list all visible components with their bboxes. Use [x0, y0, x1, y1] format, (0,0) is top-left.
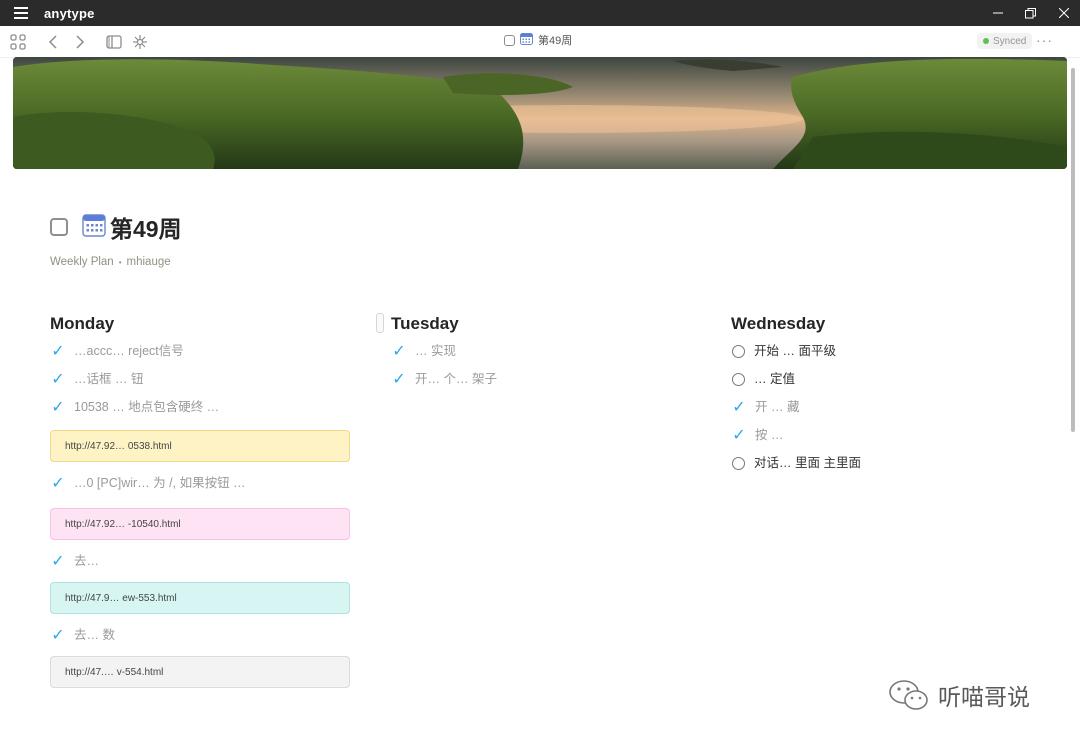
item-text[interactable]: … 实现 [415, 342, 456, 361]
page-meta: Weekly Plan • mhiauge [50, 256, 171, 268]
link-block[interactable]: http://47.92… 0538.html [50, 430, 350, 462]
item-text[interactable]: 开始 … 面平级 [754, 342, 1024, 361]
checklist-item[interactable]: 开始 … 面平级 [731, 342, 1031, 362]
item-text[interactable]: 开… 个… 架子 [415, 370, 497, 389]
checklist-item[interactable]: ✓ 10538 … 地点包含硬终 … [50, 398, 350, 418]
restore-icon[interactable] [1014, 0, 1047, 26]
item-text[interactable]: 开 … 藏 [755, 398, 799, 417]
page-header: 第49周 [50, 210, 182, 244]
item-text[interactable]: … 定值 [754, 370, 1024, 389]
checklist-item[interactable]: ✓ 按 … [731, 426, 1031, 446]
checkmark-icon[interactable]: ✓ [50, 554, 66, 570]
grid-icon[interactable] [4, 28, 32, 56]
watermark: 听喵哥说 [888, 678, 1030, 712]
hamburger-menu-icon[interactable] [8, 0, 34, 26]
toolbar: 第49周 Synced ··· [0, 26, 1080, 58]
checklist-item[interactable]: ✓ …accc… reject信号 [50, 342, 350, 362]
app-name: anytype [44, 5, 95, 21]
checklist-item[interactable]: … 定值 [731, 370, 1031, 390]
watermark-text: 听喵哥说 [938, 685, 1030, 711]
column-drag-handle[interactable] [376, 313, 384, 333]
checkmark-icon[interactable]: ✓ [50, 344, 66, 360]
item-text[interactable]: 对话… 里面 主里面 [754, 454, 861, 473]
checkmark-icon[interactable]: ✓ [391, 344, 407, 360]
item-text[interactable]: 去… 数 [74, 626, 115, 645]
checkmark-icon[interactable]: ✓ [50, 628, 66, 644]
item-text[interactable]: 按 … [755, 426, 783, 445]
checklist-item[interactable]: ✓ 去… [50, 552, 350, 572]
checklist-item[interactable]: ✓ 开 … 藏 [731, 398, 1031, 418]
checklist-item[interactable]: ✓ …0 [PC]wir… 为 /, 如果按钮 … [50, 474, 350, 494]
unchecked-circle-icon[interactable] [732, 457, 745, 470]
checklist-item[interactable]: ✓ …话框 … 钮 [50, 370, 350, 390]
breadcrumb[interactable]: 第49周 [504, 32, 572, 48]
column-heading: Tuesday [391, 314, 459, 333]
unchecked-circle-icon[interactable] [732, 373, 745, 386]
breadcrumb-checkbox-icon [504, 34, 515, 46]
page-title[interactable]: 第49周 [110, 210, 182, 244]
back-arrow-icon[interactable] [40, 28, 68, 56]
cover-image[interactable] [13, 57, 1067, 169]
title-bar: anytype [0, 0, 1080, 26]
sync-status-badge[interactable]: Synced [977, 33, 1033, 49]
more-options-icon[interactable]: ··· [1036, 32, 1053, 48]
close-icon[interactable] [1047, 0, 1080, 26]
column-wednesday: Wednesday 开始 … 面平级 … 定值 ✓ 开 … 藏 ✓ 按 … 对话… [731, 314, 1031, 482]
checklist-item[interactable]: ✓ 开… 个… 架子 [391, 370, 691, 390]
sync-dot-icon [983, 38, 989, 44]
unchecked-circle-icon[interactable] [732, 345, 745, 358]
sidebar-toggle-icon[interactable] [100, 28, 128, 56]
checkmark-icon[interactable]: ✓ [50, 400, 66, 416]
item-text[interactable]: …话框 … 钮 [74, 370, 143, 389]
sync-status-label: Synced [993, 35, 1027, 47]
author-name[interactable]: mhiauge [127, 256, 171, 268]
checklist-item[interactable]: ✓ … 实现 [391, 342, 691, 362]
calendar-icon[interactable] [82, 213, 106, 242]
scrollbar[interactable] [1071, 68, 1075, 432]
item-text[interactable]: …accc… reject信号 [74, 342, 184, 361]
minimize-icon[interactable] [981, 0, 1014, 26]
page-done-checkbox[interactable] [50, 218, 68, 236]
column-monday: Monday ✓ …accc… reject信号 ✓ …话框 … 钮 ✓ 105… [50, 314, 350, 700]
checklist-item[interactable]: ✓ 去… 数 [50, 626, 350, 646]
checkmark-icon[interactable]: ✓ [731, 428, 747, 444]
checkmark-icon[interactable]: ✓ [391, 372, 407, 388]
column-tuesday: Tuesday ✓ … 实现 ✓ 开… 个… 架子 [391, 314, 691, 398]
column-heading: Monday [50, 314, 115, 333]
checkmark-icon[interactable]: ✓ [50, 476, 66, 492]
forward-arrow-icon[interactable] [66, 28, 94, 56]
column-heading: Wednesday [731, 314, 826, 333]
checkmark-icon[interactable]: ✓ [50, 372, 66, 388]
item-text[interactable]: 去… [74, 552, 99, 571]
object-type[interactable]: Weekly Plan [50, 256, 114, 268]
link-block[interactable]: http://47.92… -10540.html [50, 508, 350, 540]
wechat-icon [889, 680, 928, 710]
meta-separator: • [118, 257, 122, 267]
checkmark-icon[interactable]: ✓ [731, 400, 747, 416]
link-block[interactable]: http://47.… v-554.html [50, 656, 350, 688]
breadcrumb-title: 第49周 [538, 35, 573, 47]
link-block[interactable]: http://47.9… ew-553.html [50, 582, 350, 614]
item-text[interactable]: …0 [PC]wir… 为 /, 如果按钮 … [74, 474, 344, 493]
graph-icon[interactable] [126, 28, 154, 56]
checklist-item[interactable]: 对话… 里面 主里面 [731, 454, 1031, 474]
item-text[interactable]: 10538 … 地点包含硬终 … [74, 398, 344, 417]
breadcrumb-calendar-icon [520, 32, 533, 48]
